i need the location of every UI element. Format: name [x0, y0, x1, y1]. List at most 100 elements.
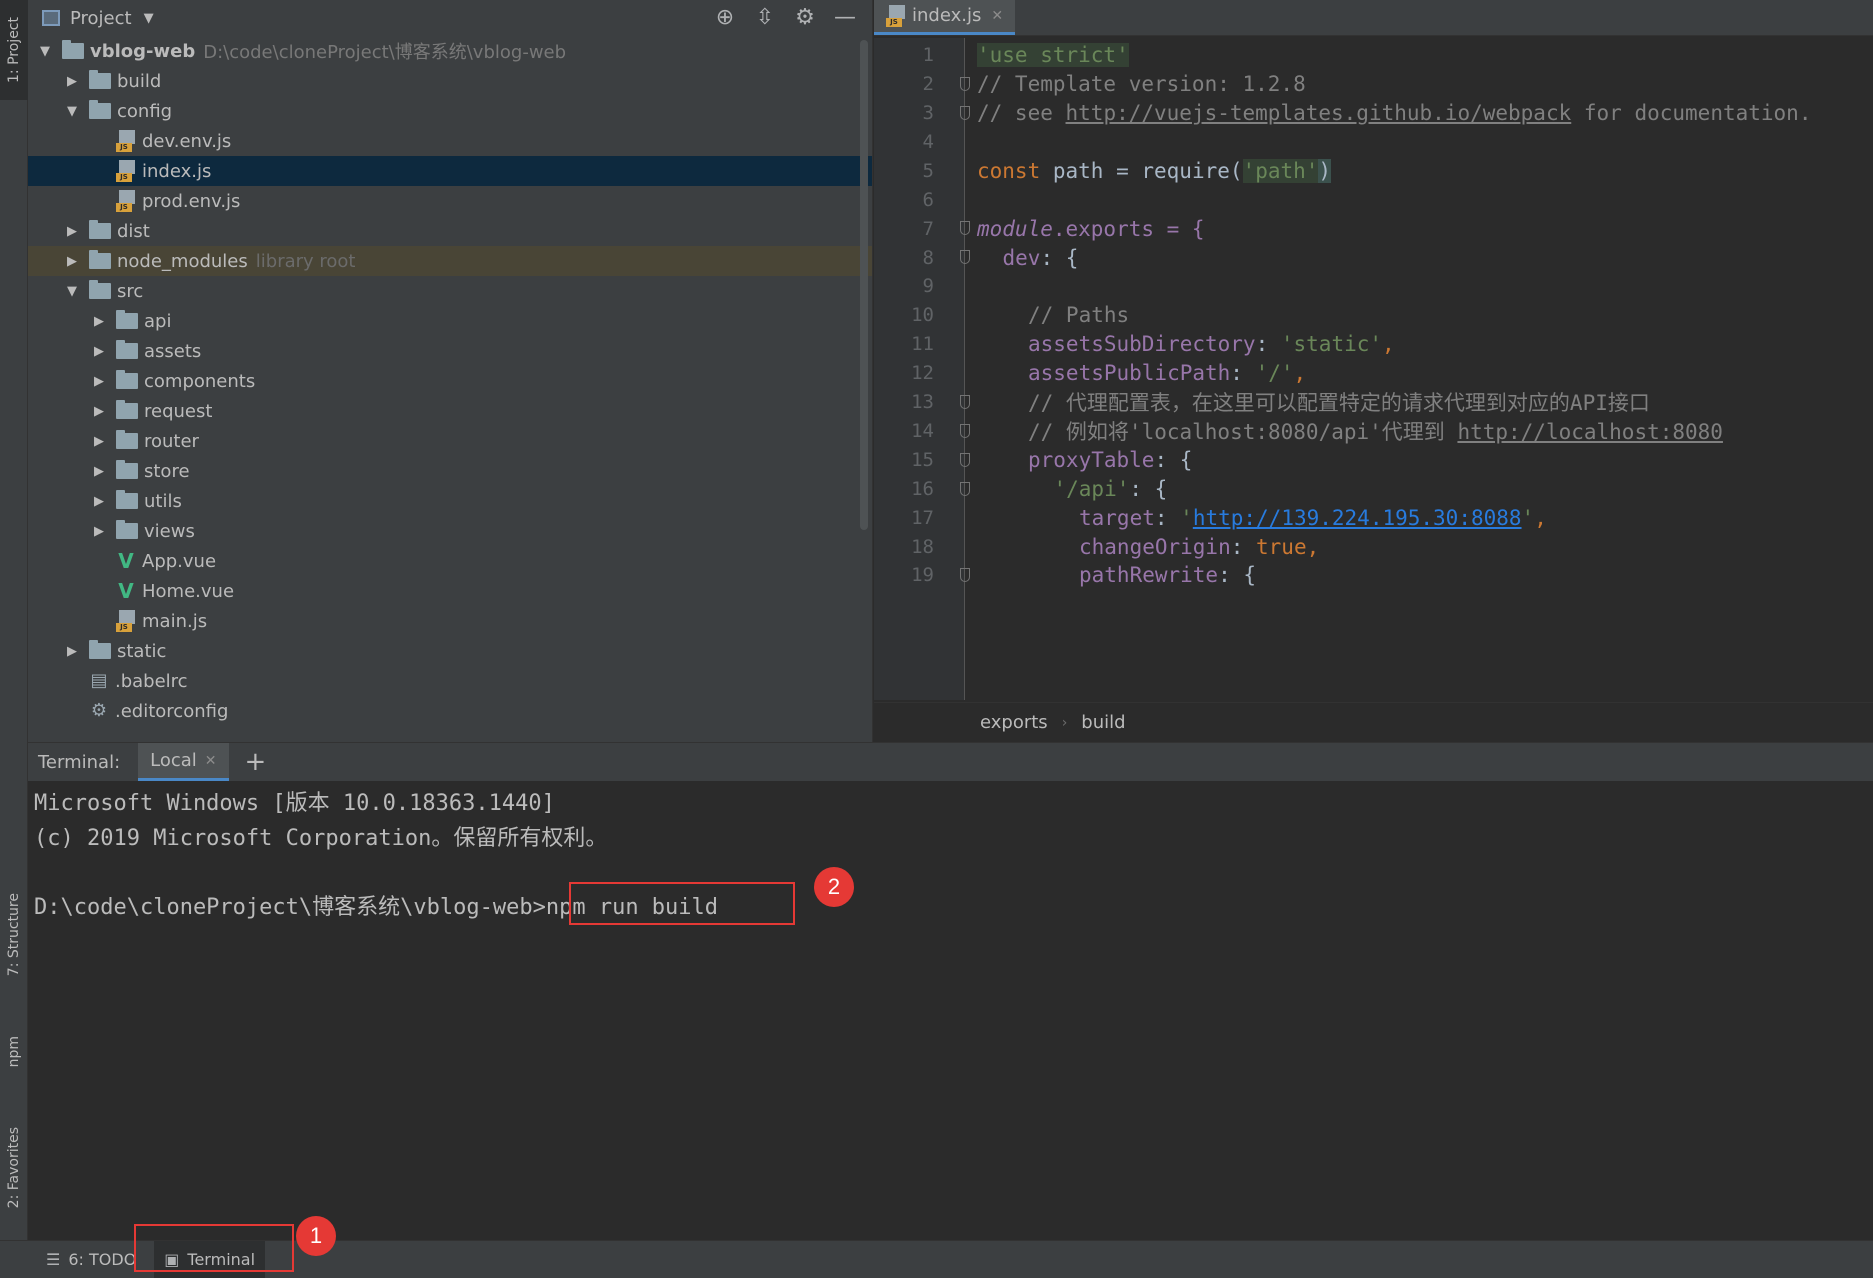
structure-tool-tab[interactable]: 7: Structure	[0, 870, 28, 1000]
fold-icon[interactable]	[960, 423, 970, 438]
fold-icon[interactable]	[960, 568, 970, 583]
breadcrumb-exports[interactable]: exports	[980, 712, 1048, 733]
code-text: proxyTable: {	[1028, 448, 1192, 472]
close-icon[interactable]: ✕	[205, 753, 217, 769]
code-text: changeOrigin: true,	[1079, 535, 1319, 559]
tree-row[interactable]: ▶ assets	[28, 336, 872, 366]
tree-row[interactable]: ▶JSprod.env.js	[28, 186, 872, 216]
editor-tab-bar: JS index.js ✕	[874, 0, 1873, 36]
breadcrumb-build[interactable]: build	[1081, 712, 1125, 733]
fold-icon[interactable]	[960, 221, 970, 236]
tree-row[interactable]: ▶ views	[28, 516, 872, 546]
folder-icon	[89, 640, 111, 659]
tree-item-label: main.js	[142, 610, 208, 632]
chevron-right-icon[interactable]: ▶	[90, 494, 108, 509]
chevron-right-icon[interactable]: ▶	[90, 434, 108, 449]
project-tool-tab[interactable]: 1: Project	[0, 0, 28, 100]
line-number: 9	[922, 275, 934, 298]
chevron-right-icon[interactable]: ▶	[90, 314, 108, 329]
tree-row[interactable]: ▶ components	[28, 366, 872, 396]
tree-row[interactable]: ▶ request	[28, 396, 872, 426]
tree-row[interactable]: ▼ src	[28, 276, 872, 306]
fold-icon[interactable]	[960, 394, 970, 409]
line-number: 11	[911, 333, 934, 356]
chevron-down-icon[interactable]: ▼	[144, 11, 154, 26]
locate-icon[interactable]: ⊕	[712, 4, 738, 30]
tree-item-hint: library root	[255, 250, 356, 272]
tree-row[interactable]: ▶ store	[28, 456, 872, 486]
collapse-all-icon[interactable]: ⇳	[752, 4, 778, 30]
code-token: changeOrigin	[1079, 534, 1231, 559]
code-area[interactable]: 1 'use strict' 2 // Template version: 1.2.8…	[874, 38, 1873, 700]
tree-item-hint: D:\code\cloneProject\博客系统\vblog-web	[203, 42, 567, 63]
terminal-tab-local[interactable]: Local ✕	[138, 743, 229, 781]
tree-row[interactable]: ▶JSdev.env.js	[28, 126, 872, 156]
code-token: http://vuejs-templates.github.io/webpack	[1065, 101, 1572, 126]
tree-row[interactable]: ▶VHome.vue	[28, 576, 872, 606]
terminal-tab-bar: Terminal: Local ✕ +	[28, 743, 1873, 781]
minimize-icon[interactable]: —	[832, 4, 858, 30]
editor-tab-index-js[interactable]: JS index.js ✕	[874, 0, 1016, 35]
code-token: // 代理配置表，在这里可以配置特定的请求代理到对应的API接口	[1028, 391, 1650, 416]
fold-icon[interactable]	[960, 452, 970, 467]
tree-row[interactable]: ▼ config	[28, 96, 872, 126]
code-token: true	[1256, 534, 1307, 559]
tree-row[interactable]: ▶ static	[28, 636, 872, 666]
left-tool-strip: 1: Project 7: Structure npm 2: Favorites	[0, 0, 28, 1278]
tree-item-label: store	[144, 460, 190, 482]
tree-row[interactable]: ▶ dist	[28, 216, 872, 246]
folder-icon	[116, 490, 138, 509]
folder-icon	[89, 280, 111, 299]
chevron-right-icon[interactable]: ▶	[63, 74, 81, 89]
add-terminal-icon[interactable]: +	[245, 747, 267, 777]
gear-icon: ⚙	[90, 700, 108, 721]
chevron-right-icon[interactable]: ▶	[90, 524, 108, 539]
line-number: 4	[922, 130, 934, 153]
tree-row[interactable]: ▶ router	[28, 426, 872, 456]
chevron-right-icon[interactable]: ▶	[63, 224, 81, 239]
fold-icon[interactable]	[960, 250, 970, 265]
tree-row[interactable]: ▶ node_modules library root	[28, 246, 872, 276]
close-icon[interactable]: ✕	[991, 8, 1003, 24]
chevron-down-icon[interactable]: ▼	[36, 44, 54, 59]
tree-row[interactable]: ▼ vblog-web D:\code\cloneProject\博客系统\vblo…	[28, 36, 872, 66]
terminal-output[interactable]: Microsoft Windows [版本 10.0.18363.1440] (…	[28, 781, 1873, 925]
chevron-right-icon[interactable]: ▶	[90, 344, 108, 359]
fold-icon[interactable]	[960, 481, 970, 496]
tree-item-label: router	[144, 430, 199, 452]
code-text: assetsSubDirectory: 'static',	[1028, 332, 1395, 356]
project-panel-title[interactable]: Project	[70, 8, 132, 29]
todo-tool-tab[interactable]: ☰ 6: TODO	[36, 1241, 146, 1278]
favorites-tool-tab[interactable]: 2: Favorites	[0, 1105, 28, 1230]
tree-item-label: config	[117, 100, 173, 122]
tree-row[interactable]: ▶ utils	[28, 486, 872, 516]
chevron-right-icon[interactable]: ▶	[90, 404, 108, 419]
tree-row[interactable]: ▶ build	[28, 66, 872, 96]
line-number: 3	[922, 102, 934, 125]
fold-icon[interactable]	[960, 105, 970, 120]
chevron-down-icon[interactable]: ▼	[63, 284, 81, 299]
tree-row[interactable]: ▶JSindex.js	[28, 156, 872, 186]
tree-row[interactable]: ▶▤.babelrc	[28, 666, 872, 696]
folder-icon	[89, 220, 111, 239]
code-token: 'static'	[1280, 332, 1383, 357]
tree-row[interactable]: ▶ api	[28, 306, 872, 336]
gear-icon[interactable]: ⚙	[792, 4, 818, 30]
project-panel-header: Project ▼ ⊕ ⇳ ⚙ —	[28, 0, 872, 36]
tree-row[interactable]: ▶⚙.editorconfig	[28, 696, 872, 726]
callout-badge-2: 2	[814, 867, 854, 907]
folder-icon	[116, 520, 138, 539]
chevron-down-icon[interactable]: ▼	[63, 104, 81, 119]
project-scrollbar[interactable]	[860, 40, 868, 530]
tree-row[interactable]: ▶VApp.vue	[28, 546, 872, 576]
code-token: '/api'	[1053, 476, 1130, 501]
chevron-right-icon[interactable]: ▶	[90, 374, 108, 389]
npm-tool-tab[interactable]: npm	[0, 1012, 28, 1092]
fold-icon[interactable]	[960, 76, 970, 91]
chevron-right-icon[interactable]: ▶	[63, 644, 81, 659]
tree-item-label: .babelrc	[115, 670, 188, 692]
chevron-right-icon[interactable]: ▶	[63, 254, 81, 269]
tree-row[interactable]: ▶JSmain.js	[28, 606, 872, 636]
line-number: 1	[922, 44, 934, 67]
chevron-right-icon[interactable]: ▶	[90, 464, 108, 479]
